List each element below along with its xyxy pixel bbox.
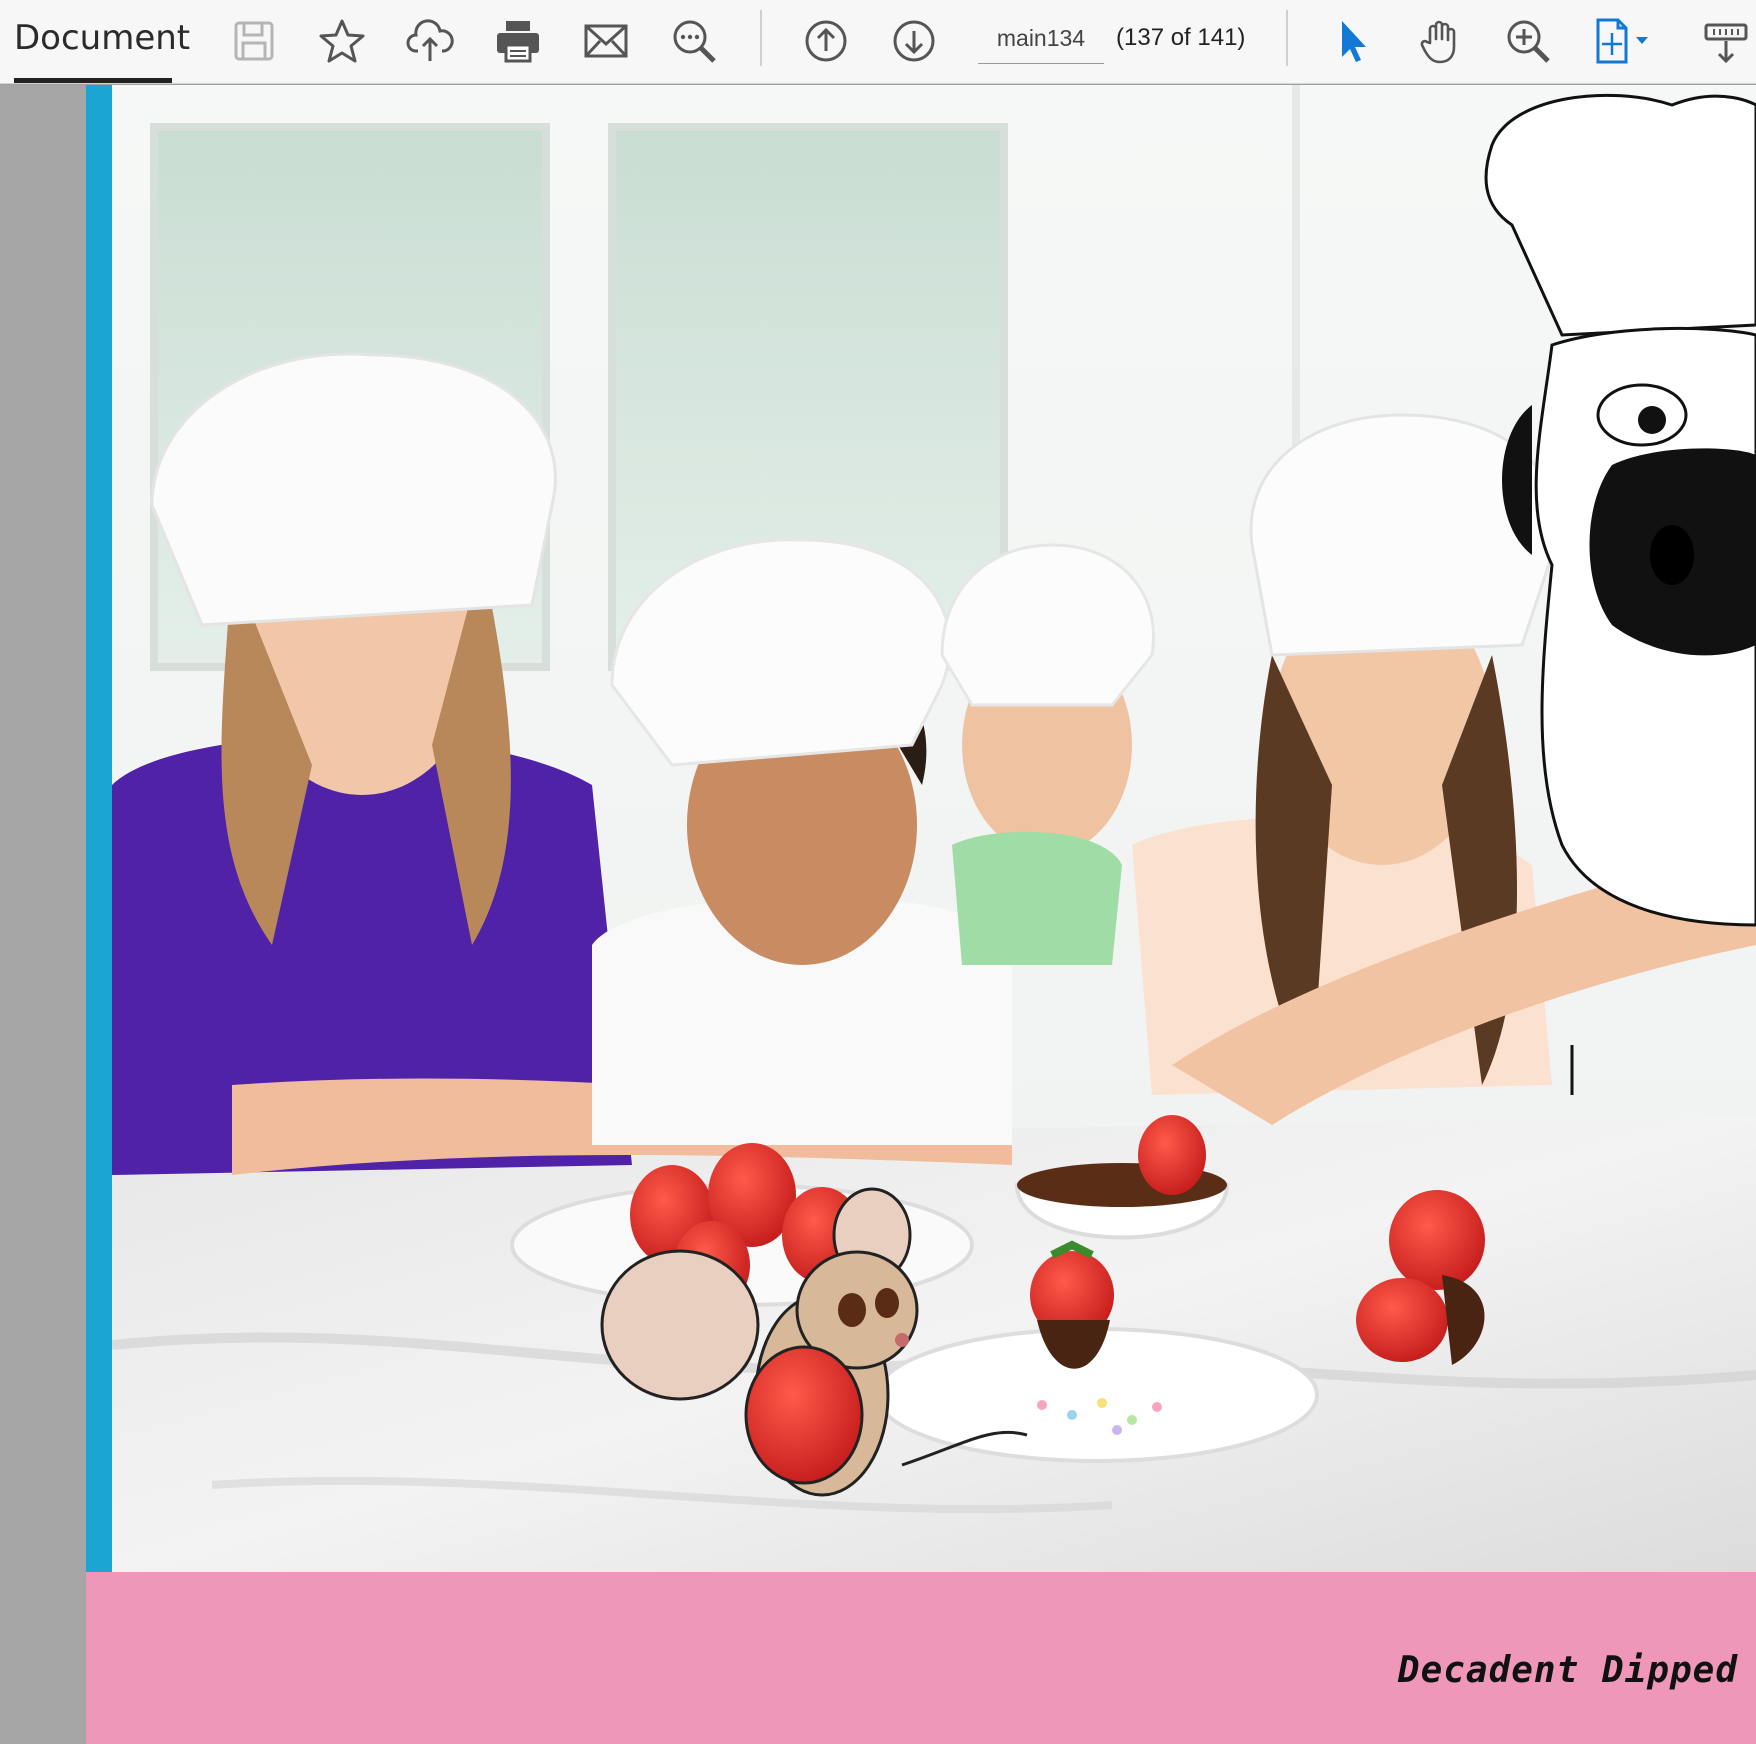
kids-cooking-photo: [111, 85, 1756, 1572]
toolbar-separator: [760, 10, 762, 66]
acrobat-toolbar: Document main134 (137 of 141): [0, 0, 1756, 84]
save-icon[interactable]: [222, 10, 286, 72]
zoom-in-icon[interactable]: [1496, 10, 1560, 72]
document-gutter: [0, 85, 86, 1744]
page-display-icon[interactable]: [1694, 10, 1756, 72]
upload-cloud-icon[interactable]: [398, 10, 462, 72]
fit-page-icon[interactable]: [1584, 10, 1660, 72]
recipe-caption: Decadent Dipped: [1397, 1650, 1738, 1691]
select-pointer-icon[interactable]: [1320, 10, 1384, 72]
print-icon[interactable]: [486, 10, 550, 72]
next-page-icon[interactable]: [882, 10, 946, 72]
hand-tool-icon[interactable]: [1408, 10, 1472, 72]
bookmark-star-icon[interactable]: [310, 10, 374, 72]
prev-page-icon[interactable]: [794, 10, 858, 72]
active-tab-indicator: [14, 78, 172, 83]
page-number-input[interactable]: main134: [978, 20, 1104, 64]
page-count: (137 of 141): [1116, 24, 1246, 51]
toolbar-separator: [1286, 10, 1288, 66]
find-icon[interactable]: [662, 10, 726, 72]
email-icon[interactable]: [574, 10, 638, 72]
page-blue-edge: [86, 85, 112, 1572]
tab-document[interactable]: Document: [14, 18, 190, 58]
pdf-page[interactable]: Decadent Dipped: [86, 85, 1756, 1744]
